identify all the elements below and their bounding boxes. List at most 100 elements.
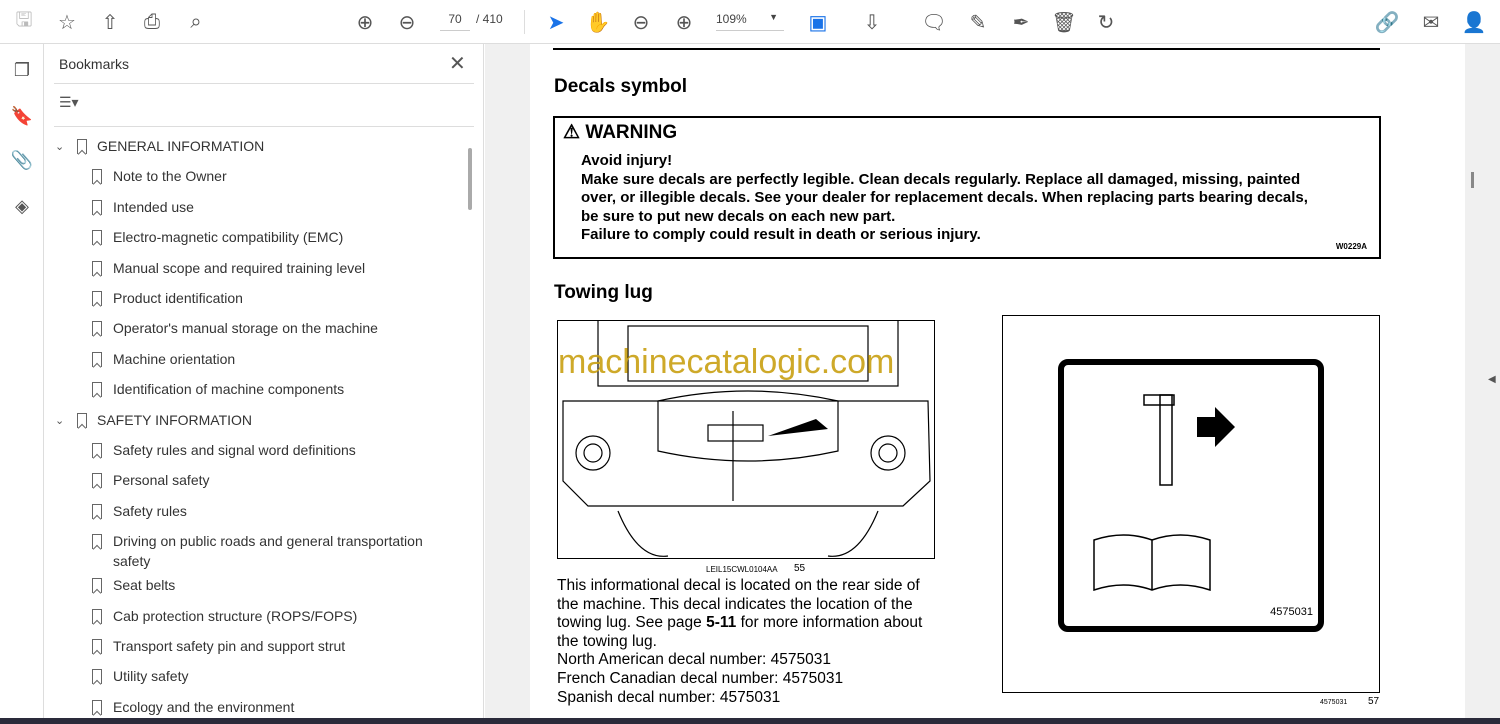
bookmark-item[interactable]: Identification of machine components <box>44 379 464 401</box>
warning-box: ⚠ WARNING Avoid injury! Make sure decals … <box>553 116 1381 259</box>
bookmark-item[interactable]: Driving on public roads and general tran… <box>44 531 464 569</box>
fig1-number: 55 <box>794 563 806 574</box>
zoom-out-icon[interactable]: ⊖ <box>627 8 655 36</box>
decal-frame: 4575031 <box>1058 359 1324 632</box>
pdf-page: Decals symbol ⚠ WARNING Avoid injury! Mak… <box>530 44 1465 718</box>
bookmark-label: Operator's manual storage on the machine <box>113 320 378 337</box>
warning-code: W0229A <box>1335 242 1367 251</box>
bookmark-icon <box>92 534 102 550</box>
bookmark-label: Transport safety pin and support strut <box>113 638 346 654</box>
zoom-select[interactable]: 109% ▼ <box>716 12 784 31</box>
bookmark-item[interactable]: Electro-magnetic compatibility (EMC) <box>44 227 464 249</box>
bookmark-item[interactable]: Machine orientation <box>44 349 464 371</box>
bookmark-item[interactable]: Operator's manual storage on the machine <box>44 318 464 340</box>
upload-cloud-icon[interactable]: ⇧ <box>96 8 124 36</box>
delete-icon[interactable]: 🗑 <box>1050 8 1078 36</box>
hand-tool-icon[interactable]: ✋ <box>584 8 612 36</box>
bookmark-icon <box>92 699 102 715</box>
comment-icon[interactable]: 🗨 <box>920 8 948 36</box>
bookmark-label: Utility safety <box>113 668 189 685</box>
layers-icon[interactable]: ◈ <box>8 196 36 224</box>
bookmark-item[interactable]: Product identification <box>44 288 464 310</box>
bookmark-item[interactable]: Personal safety <box>44 470 464 492</box>
panel-title: Bookmarks <box>59 56 130 72</box>
bookmark-label: Driving on public roads and general tran… <box>113 533 423 570</box>
bookmark-label: GENERAL INFORMATION <box>97 138 265 154</box>
bookmark-icon <box>92 608 102 624</box>
chevron-down-icon[interactable]: ⌄ <box>55 414 64 427</box>
bookmark-item[interactable]: Cab protection structure (ROPS/FOPS) <box>44 606 464 628</box>
bookmark-icon <box>92 169 102 185</box>
bookmark-label: Machine orientation <box>113 350 236 367</box>
fig2-number: 57 <box>1368 696 1380 707</box>
search-icon[interactable]: ⌕ <box>182 8 210 36</box>
sign-icon[interactable]: ✒ <box>1007 8 1035 36</box>
bookmark-icon <box>92 230 102 246</box>
bookmark-item[interactable]: Seat belts <box>44 575 464 597</box>
highlight-pen-icon[interactable]: ✎ <box>964 8 992 36</box>
select-cursor-icon[interactable]: ➤ <box>542 8 570 36</box>
bookmark-item[interactable]: ⌄ SAFETY INFORMATION <box>44 410 464 432</box>
email-icon[interactable]: ✉ <box>1417 8 1445 36</box>
star-icon[interactable]: ☆ <box>53 8 81 36</box>
bookmark-item[interactable]: Ecology and the environment <box>44 697 464 719</box>
arrow-icon <box>768 419 828 436</box>
bookmark-item[interactable]: Transport safety pin and support strut <box>44 636 464 658</box>
divider <box>54 126 474 127</box>
towing-decal-drawing <box>1093 394 1235 592</box>
bookmark-item[interactable]: ⌄ GENERAL INFORMATION <box>44 136 464 158</box>
next-page-icon[interactable]: ⊖ <box>393 8 421 36</box>
bookmark-item[interactable]: Manual scope and required training level <box>44 258 464 280</box>
panel-scrollbar[interactable] <box>468 148 472 210</box>
expand-right-panel-icon[interactable]: ◀ <box>1488 374 1496 385</box>
divider <box>524 10 525 34</box>
pages-icon[interactable]: ❐ <box>8 60 36 88</box>
bookmark-label: Product identification <box>113 290 243 306</box>
heading-decals-symbol: Decals symbol <box>554 76 688 97</box>
bookmarks-panel: Bookmarks ✕ ☰▾ ⌄ GENERAL INFORMATION Note … <box>44 44 484 724</box>
bookmark-icon <box>92 443 102 458</box>
chevron-down-icon[interactable]: ⌄ <box>55 140 64 153</box>
bookmark-item[interactable]: Intended use <box>44 197 464 219</box>
print-icon[interactable]: ⎙ <box>138 8 166 36</box>
bookmark-label: Ecology and the environment <box>113 698 295 715</box>
bookmark-icon <box>92 578 102 594</box>
page-number-input[interactable]: 70 <box>440 12 470 31</box>
bookmark-label: Manual scope and required training level <box>113 259 366 276</box>
close-icon[interactable]: ✕ <box>449 51 466 76</box>
bookmark-icon <box>92 351 102 367</box>
bookmark-item[interactable]: Utility safety <box>44 666 464 688</box>
bookmark-options-icon[interactable]: ☰▾ <box>59 94 79 111</box>
bookmark-icon <box>92 291 102 306</box>
warning-text: Avoid injury! Make sure decals are perfec… <box>581 152 1308 244</box>
chevron-down-icon: ▼ <box>769 12 778 22</box>
warning-triangle-icon: ⚠ <box>563 122 581 143</box>
divider <box>54 83 474 84</box>
bookmark-item[interactable]: Note to the Owner <box>44 166 464 188</box>
share-link-icon[interactable]: 🔗 <box>1373 8 1401 36</box>
header-rule <box>553 48 1380 50</box>
doc-scrollbar[interactable] <box>1471 172 1474 188</box>
rotate-icon[interactable]: ↻ <box>1092 8 1120 36</box>
bookmark-icon <box>92 199 102 215</box>
bookmark-icon <box>92 382 102 398</box>
watermark: machinecatalogic.com <box>558 343 895 381</box>
zoom-in-icon[interactable]: ⊕ <box>670 8 698 36</box>
bookmark-label: Seat belts <box>113 577 176 594</box>
bookmark-item[interactable]: Safety rules and signal word definitions <box>44 440 464 462</box>
prev-page-icon[interactable]: ⊕ <box>351 8 379 36</box>
add-user-icon[interactable]: 👤 <box>1460 8 1488 36</box>
figure-decal: 4575031 <box>1002 315 1380 693</box>
toolbar: 🖫 ☆ ⇧ ⎙ ⌕ ⊕ ⊖ 70 / 410 ➤ ✋ ⊖ ⊕ 109% ▼ ▣ ⇩… <box>0 0 1500 44</box>
scroll-mode-icon[interactable]: ⇩ <box>858 8 886 36</box>
bookmark-label: Safety rules <box>113 502 187 519</box>
bookmark-icon <box>92 473 102 489</box>
left-rail: ❐ 🔖 📎 ◈ <box>0 44 44 724</box>
save-icon[interactable]: 🖫 <box>10 8 38 36</box>
description-text: This informational decal is located on t… <box>557 577 923 706</box>
bookmark-item[interactable]: Safety rules <box>44 501 464 523</box>
bookmark-label: Intended use <box>113 198 194 215</box>
fit-page-icon[interactable]: ▣ <box>804 8 832 36</box>
bookmark-panel-icon[interactable]: 🔖 <box>8 106 36 134</box>
attachment-icon[interactable]: 📎 <box>8 150 36 178</box>
